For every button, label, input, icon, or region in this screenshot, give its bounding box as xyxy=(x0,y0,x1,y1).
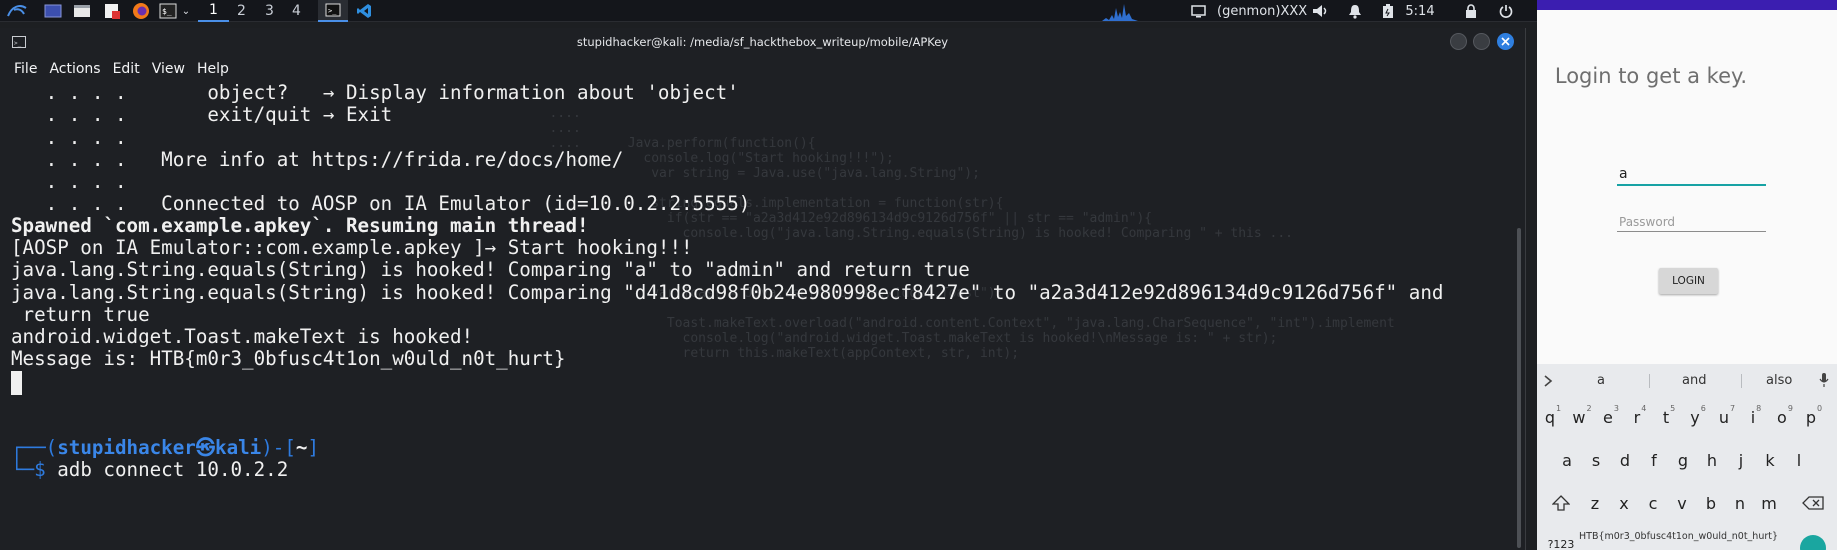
output-line: java.lang.String.equals(String) is hooke… xyxy=(11,281,1444,304)
terminal-icon[interactable]: $_ xyxy=(156,0,180,22)
key-j[interactable]: j xyxy=(1728,451,1754,470)
key-y[interactable]: y6 xyxy=(1685,404,1711,427)
genmon-status: (genmon)XXX xyxy=(1217,3,1308,19)
key-x[interactable]: x xyxy=(1611,494,1637,513)
text-editor-icon[interactable] xyxy=(99,0,125,22)
key-g[interactable]: g xyxy=(1670,451,1696,470)
menu-help[interactable]: Help xyxy=(197,61,229,77)
shift-icon[interactable] xyxy=(1552,495,1570,511)
prompt-host: kali xyxy=(215,436,262,459)
terminal-window-icon[interactable]: >_ xyxy=(318,0,348,22)
password-field[interactable] xyxy=(1617,212,1766,232)
prompt-dir: ~ xyxy=(295,436,308,459)
menu-file[interactable]: File xyxy=(14,61,37,77)
menu-view[interactable]: View xyxy=(152,61,185,77)
prompt-at: ㉿ xyxy=(195,436,216,459)
bell-icon[interactable] xyxy=(1345,0,1365,22)
file-manager-icon[interactable] xyxy=(69,0,95,22)
battery-icon xyxy=(1378,0,1398,22)
flag-message-line: Message is: HTB{m0r3_0bfusc4t1on_w0uld_n… xyxy=(11,347,566,370)
prompt-frame: ┌──( xyxy=(11,436,58,459)
volume-icon[interactable] xyxy=(1310,0,1332,22)
key-u[interactable]: u7 xyxy=(1714,404,1740,427)
svg-text:>_: >_ xyxy=(328,7,337,15)
symbols-key[interactable]: ?123 xyxy=(1543,538,1579,550)
minimize-button[interactable] xyxy=(1450,33,1467,50)
key-n[interactable]: n xyxy=(1727,494,1753,513)
workspace-2[interactable]: 2 xyxy=(226,0,257,22)
key-m[interactable]: m xyxy=(1756,494,1782,513)
workspace-4[interactable]: 4 xyxy=(281,0,312,22)
close-button[interactable] xyxy=(1497,33,1514,50)
prompt-frame: )-[ xyxy=(261,436,296,459)
key-f[interactable]: f xyxy=(1641,451,1667,470)
key-e[interactable]: e3 xyxy=(1598,404,1624,427)
clock[interactable]: 5:14 xyxy=(1403,0,1437,22)
key-c[interactable]: c xyxy=(1640,494,1666,513)
android-emulator-screen[interactable]: Login to get a key. LOGIN a and also q1 … xyxy=(1537,0,1837,550)
key-v[interactable]: v xyxy=(1669,494,1695,513)
key-z[interactable]: z xyxy=(1582,494,1608,513)
network-graph-icon xyxy=(1100,0,1140,22)
key-w[interactable]: w2 xyxy=(1569,404,1595,427)
key-b[interactable]: b xyxy=(1698,494,1724,513)
key-p[interactable]: p0 xyxy=(1801,404,1827,427)
svg-text:$_: $_ xyxy=(162,7,172,16)
app-bar xyxy=(1537,0,1837,10)
menu-edit[interactable]: Edit xyxy=(113,61,140,77)
divider xyxy=(1741,374,1742,388)
terminal-titlebar[interactable]: >_ stupidhacker@kali: /media/sf_hacktheb… xyxy=(0,28,1525,57)
vscode-icon[interactable] xyxy=(352,0,376,22)
lock-icon[interactable] xyxy=(1460,0,1482,22)
soft-keyboard: a and also q1 w2 e3 r4 t5 y6 u7 i8 o9 p0… xyxy=(1537,364,1837,550)
prompt-user: stupidhacker xyxy=(57,436,196,459)
maximize-button[interactable] xyxy=(1473,33,1490,50)
suggestion-and[interactable]: and xyxy=(1682,373,1706,388)
terminal-menubar: File Actions Edit View Help xyxy=(0,57,1525,81)
terminal-output[interactable]: . . . . object? → Display information ab… xyxy=(0,81,1520,550)
command-text: adb connect 10.0.2.2 xyxy=(57,458,289,481)
chevron-down-icon[interactable]: ⌄ xyxy=(180,0,192,22)
key-r[interactable]: r4 xyxy=(1627,404,1653,427)
login-button[interactable]: LOGIN xyxy=(1659,268,1718,294)
menu-actions[interactable]: Actions xyxy=(49,61,100,77)
close-icon xyxy=(1501,37,1510,46)
backspace-icon[interactable] xyxy=(1802,496,1824,510)
kali-menu-icon[interactable] xyxy=(2,0,32,22)
window-title: stupidhacker@kali: /media/sf_hackthebox_… xyxy=(576,35,949,49)
login-title: Login to get a key. xyxy=(1554,64,1748,88)
suggestion-a[interactable]: a xyxy=(1597,373,1605,388)
key-q[interactable]: q1 xyxy=(1540,404,1566,427)
toast-message: HTB{m0r3_0bfusc4t1on_w0uld_n0t_hurt} xyxy=(1579,531,1779,542)
workspace-1[interactable]: 1 xyxy=(198,0,229,22)
key-d[interactable]: d xyxy=(1612,451,1638,470)
key-h[interactable]: h xyxy=(1699,451,1725,470)
prompt-frame: ] xyxy=(307,436,320,459)
terminal-window[interactable]: .... .... .... Java.perform(function(){ … xyxy=(0,28,1526,550)
text-cursor xyxy=(11,371,22,395)
suggestion-also[interactable]: also xyxy=(1766,373,1792,388)
username-field[interactable] xyxy=(1617,164,1766,186)
key-a[interactable]: a xyxy=(1554,451,1580,470)
divider xyxy=(1649,374,1650,388)
microphone-icon[interactable] xyxy=(1819,372,1829,388)
suggestion-strip: a and also xyxy=(1537,364,1837,398)
key-o[interactable]: o9 xyxy=(1772,404,1798,427)
key-t[interactable]: t5 xyxy=(1656,404,1682,427)
key-i[interactable]: i8 xyxy=(1743,404,1769,427)
terminal-scrollbar[interactable] xyxy=(1517,228,1521,548)
prompt-frame: └─$ xyxy=(11,458,58,481)
key-l[interactable]: l xyxy=(1786,451,1812,470)
display-icon[interactable] xyxy=(1189,0,1207,22)
desktop-icon[interactable] xyxy=(40,0,66,22)
firefox-icon[interactable] xyxy=(128,0,154,22)
power-icon[interactable] xyxy=(1495,0,1517,22)
command-line: └─$ adb connect 10.0.2.2 xyxy=(11,457,288,483)
key-s[interactable]: s xyxy=(1583,451,1609,470)
chevron-right-icon[interactable] xyxy=(1543,375,1553,387)
key-k[interactable]: k xyxy=(1757,451,1783,470)
